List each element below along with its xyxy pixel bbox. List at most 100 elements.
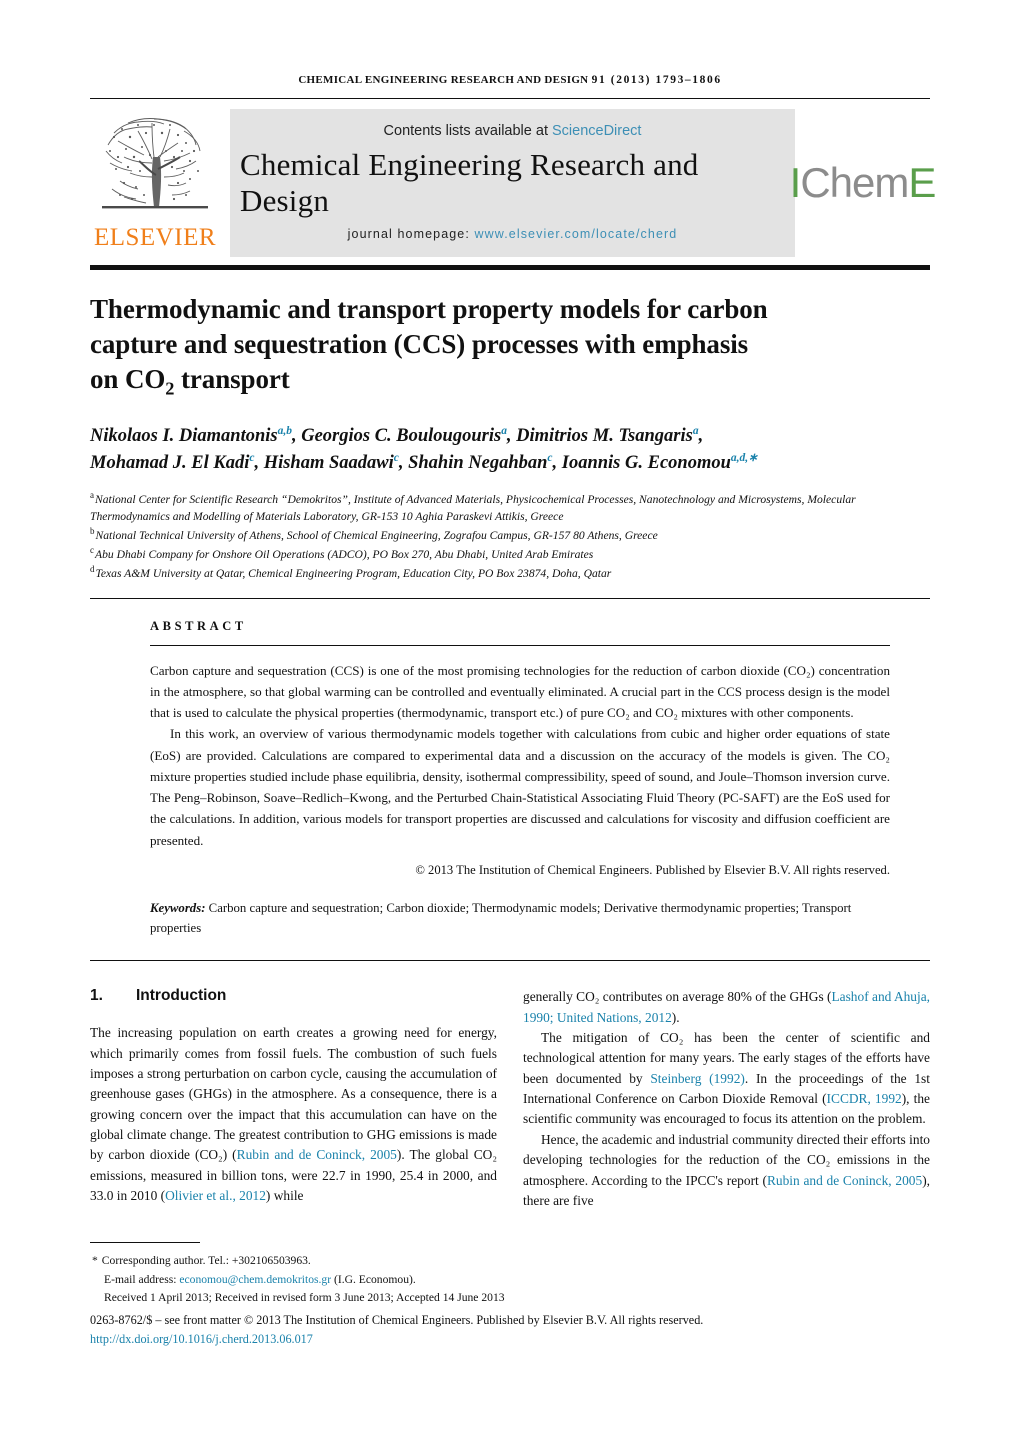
author-separator: , bbox=[552, 452, 562, 473]
section-number: 1. bbox=[90, 987, 103, 1005]
affiliation-text: National Technical University of Athens,… bbox=[95, 528, 658, 542]
author: Georgios C. Boulougourisa, bbox=[301, 425, 517, 446]
affiliation-text: National Center for Scientific Research … bbox=[90, 492, 856, 523]
title-line-2: capture and sequestration (CCS) processe… bbox=[90, 328, 749, 359]
elsevier-wordmark: ELSEVIER bbox=[93, 224, 217, 251]
homepage-label: journal homepage: bbox=[347, 227, 470, 241]
footnote-rule bbox=[90, 1241, 200, 1243]
author: Ioannis G. Economoua,d,∗ bbox=[561, 452, 758, 473]
icheme-logo[interactable]: IChemE bbox=[790, 109, 937, 257]
intro-paragraph-right-1: generally CO₂ contributes on average 80%… bbox=[523, 987, 930, 1028]
journal-banner: Contents lists available at ScienceDirec… bbox=[230, 109, 795, 257]
affiliation-mark: b bbox=[90, 525, 95, 536]
keywords-label: Keywords: bbox=[150, 900, 206, 915]
page-footnote: * Corresponding author. Tel.: +3021065039… bbox=[90, 1241, 930, 1348]
author-name: Dimitrios M. Tsangaris bbox=[516, 425, 693, 446]
title-line-3-post: transport bbox=[174, 363, 290, 394]
title-line-1: Thermodynamic and transport property mod… bbox=[90, 294, 768, 324]
contents-prefix: Contents lists available at bbox=[383, 123, 548, 139]
page-title: Thermodynamic and transport property mod… bbox=[90, 292, 880, 401]
footnote-issn-line: 0263-8762/$ – see front matter © 2013 Th… bbox=[90, 1313, 704, 1328]
elsevier-tree-icon bbox=[95, 112, 215, 222]
citation-link[interactable]: Rubin and de Coninck, 2005 bbox=[237, 1147, 397, 1162]
author: Hisham Saadawic, bbox=[263, 452, 409, 473]
icheme-letters-chem: Chem bbox=[800, 159, 909, 206]
author-affiliation-marks[interactable]: a,d,∗ bbox=[731, 452, 758, 464]
homepage-url-link[interactable]: www.elsevier.com/locate/cherd bbox=[475, 227, 678, 241]
footnote-history: Received 1 April 2013; Received in revis… bbox=[104, 1291, 505, 1305]
intro-text-a: The increasing population on earth creat… bbox=[90, 1025, 497, 1163]
author: Shahin Negahbanc, bbox=[408, 452, 562, 473]
author-separator: , bbox=[291, 425, 302, 446]
abstract-body: Carbon capture and sequestration (CCS) i… bbox=[150, 660, 890, 851]
intro-paragraph-right-3: Hence, the academic and industrial commu… bbox=[523, 1130, 930, 1212]
elsevier-logo[interactable]: ELSEVIER bbox=[90, 109, 220, 257]
citation-link[interactable]: Rubin and de Coninck, 2005 bbox=[767, 1173, 922, 1188]
affiliation-mark: c bbox=[90, 544, 94, 555]
affiliation-text: Abu Dhabi Company for Onshore Oil Operat… bbox=[95, 547, 594, 561]
journal-masthead: ELSEVIER Contents lists available at Sci… bbox=[90, 109, 937, 257]
author-separator: , bbox=[254, 452, 264, 473]
intro-text-c: ) while bbox=[265, 1188, 304, 1204]
abstract-section: Abstract Carbon capture and sequestratio… bbox=[90, 619, 930, 938]
intro-paragraph-left: The increasing population on earth creat… bbox=[90, 1023, 497, 1206]
body-columns: 1. Introduction The increasing populatio… bbox=[90, 987, 930, 1211]
author-name: Georgios C. Boulougouris bbox=[301, 425, 502, 446]
footnote-doi-line: http://dx.doi.org/10.1016/j.cherd.2013.0… bbox=[90, 1330, 930, 1348]
affiliation-mark: a bbox=[90, 489, 94, 500]
abstract-bottom-rule bbox=[90, 960, 930, 962]
affiliation-item: aNational Center for Scientific Research… bbox=[90, 489, 930, 525]
author-list: Nikolaos I. Diamantonisa,b, Georgios C. … bbox=[90, 423, 930, 477]
abstract-divider bbox=[150, 644, 890, 646]
header-divider bbox=[90, 98, 930, 99]
journal-homepage-line: journal homepage: www.elsevier.com/locat… bbox=[348, 227, 678, 241]
email-link[interactable]: economou@chem.demokritos.gr bbox=[179, 1273, 331, 1286]
affiliation-item: cAbu Dhabi Company for Onshore Oil Opera… bbox=[90, 544, 930, 563]
affiliation-mark: d bbox=[90, 563, 95, 574]
contents-lists-line: Contents lists available at ScienceDirec… bbox=[384, 123, 642, 139]
author-separator: , bbox=[398, 452, 409, 473]
sciencedirect-link[interactable]: ScienceDirect bbox=[552, 123, 641, 139]
keywords-block: Keywords: Carbon capture and sequestrati… bbox=[150, 898, 890, 938]
abstract-copyright: © 2013 The Institution of Chemical Engin… bbox=[415, 862, 890, 877]
running-head-journal: Chemical Engineering Research and Design bbox=[298, 74, 589, 86]
title-subscript: 2 bbox=[165, 378, 175, 399]
footnote-email-line: E-mail address: economou@chem.demokritos… bbox=[90, 1271, 930, 1290]
running-head: Chemical Engineering Research and Design… bbox=[90, 0, 930, 86]
left-column: 1. Introduction The increasing populatio… bbox=[90, 987, 497, 1211]
citation-link[interactable]: Olivier et al., 2012 bbox=[165, 1188, 266, 1203]
section-title: Introduction bbox=[136, 987, 227, 1005]
affiliation-list: aNational Center for Scientific Research… bbox=[90, 489, 930, 582]
email-suffix: (I.G. Economou). bbox=[333, 1272, 416, 1286]
author: Mohamad J. El Kadic, bbox=[90, 452, 264, 473]
icheme-wordmark: IChemE bbox=[790, 159, 937, 206]
masthead-bottom-rule bbox=[90, 265, 930, 270]
affiliation-item: bNational Technical University of Athens… bbox=[90, 525, 930, 544]
corresponding-text: Corresponding author. Tel.: +30210650396… bbox=[101, 1253, 311, 1267]
author: Dimitrios M. Tsangarisa, bbox=[516, 425, 704, 446]
author-separator: , bbox=[506, 425, 517, 446]
author-name: Ioannis G. Economou bbox=[561, 452, 731, 473]
right-text-a: generally CO₂ contributes on average 80%… bbox=[523, 989, 832, 1005]
abstract-paragraph-1: Carbon capture and sequestration (CCS) i… bbox=[150, 662, 890, 721]
right-text-b: ). bbox=[671, 1009, 680, 1025]
affiliation-item: dTexas A&M University at Qatar, Chemical… bbox=[90, 563, 930, 582]
citation-link[interactable]: Steinberg (1992) bbox=[650, 1071, 745, 1086]
citation-link[interactable]: ICCDR, 1992 bbox=[827, 1091, 902, 1106]
footnote-corresponding-author: * Corresponding author. Tel.: +3021065039… bbox=[90, 1252, 930, 1271]
running-head-volume: 91 (2013) 1793–1806 bbox=[591, 74, 722, 86]
author: Nikolaos I. Diamantonisa,b, bbox=[90, 425, 302, 446]
author-separator: , bbox=[698, 425, 704, 446]
doi-link[interactable]: http://dx.doi.org/10.1016/j.cherd.2013.0… bbox=[90, 1332, 313, 1346]
affiliations-bottom-rule bbox=[90, 597, 930, 599]
author-name: Shahin Negahban bbox=[408, 452, 548, 473]
abstract-paragraph-2: In this work, an overview of various the… bbox=[150, 726, 890, 848]
author-affiliation-marks[interactable]: a,b bbox=[278, 425, 292, 437]
author-name: Hisham Saadawi bbox=[263, 452, 394, 473]
abstract-heading: Abstract bbox=[150, 618, 247, 633]
author-name: Nikolaos I. Diamantonis bbox=[90, 425, 278, 446]
email-label: E-mail address: bbox=[104, 1272, 177, 1286]
icheme-letter-e: E bbox=[908, 159, 936, 206]
author-name: Mohamad J. El Kadi bbox=[90, 452, 250, 473]
banner-journal-title: Chemical Engineering Research and Design bbox=[240, 147, 699, 218]
